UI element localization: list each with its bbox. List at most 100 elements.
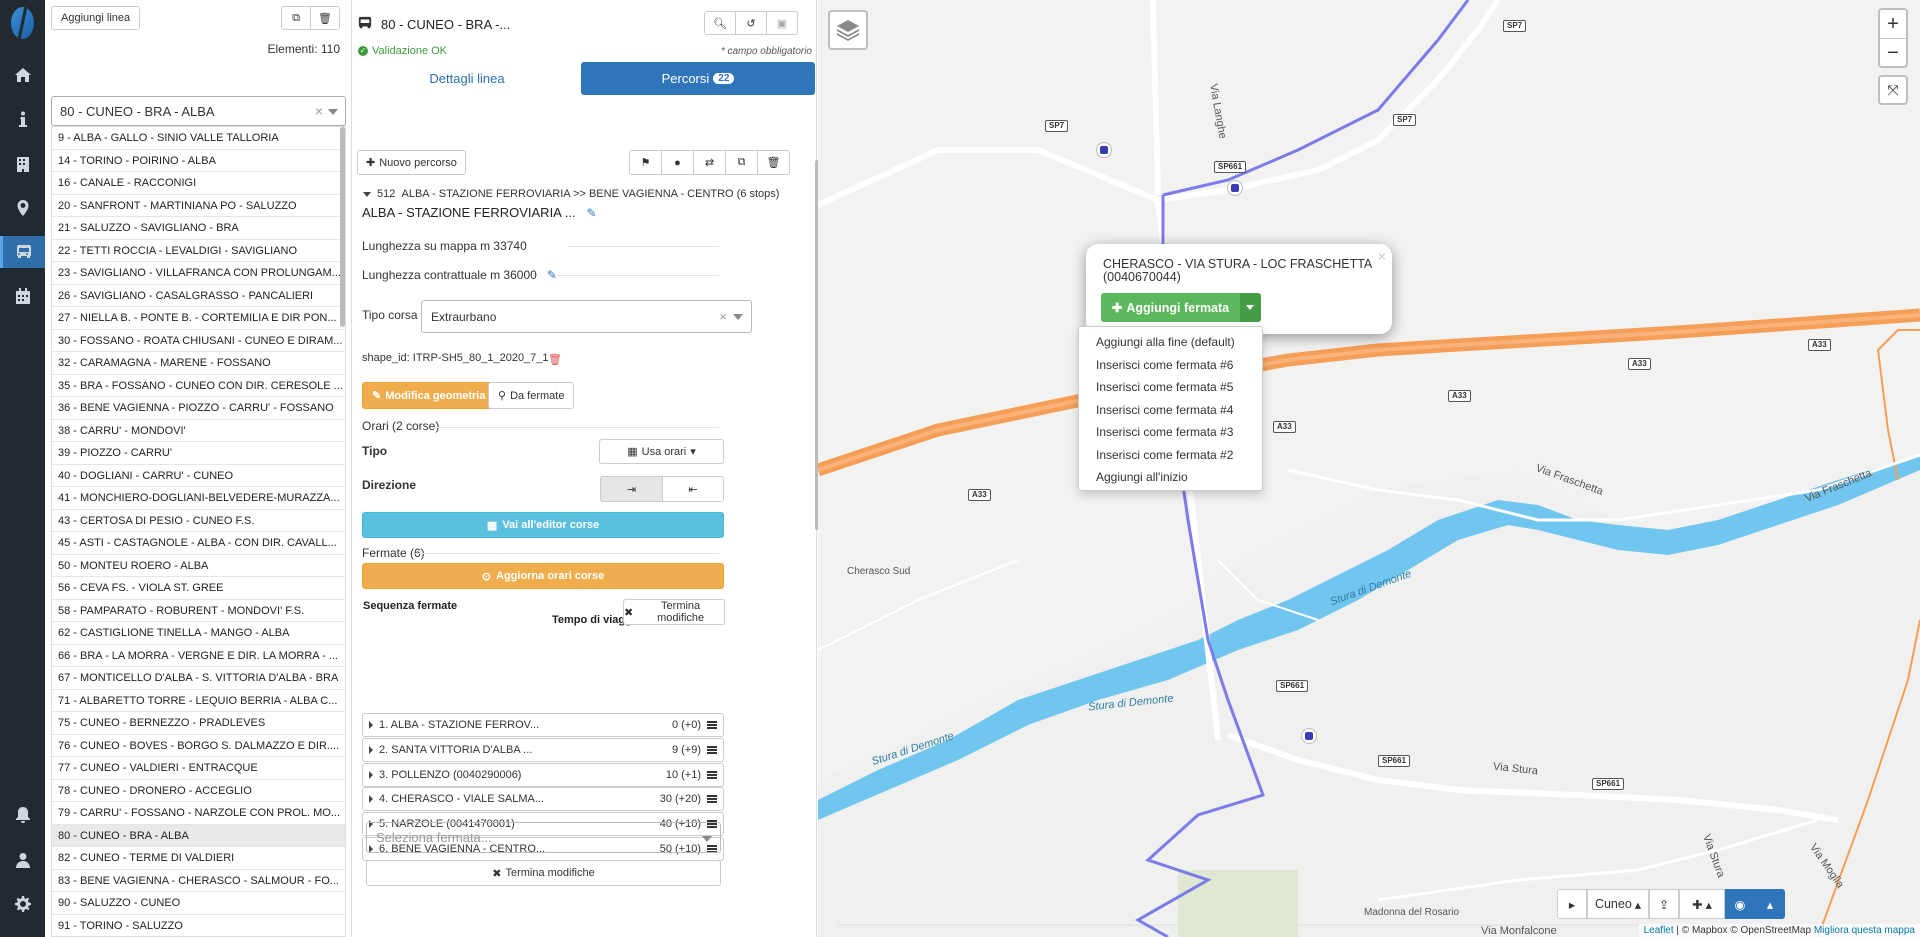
line-list-item[interactable]: 77 - CUNEO - VALDIERI - ENTRACQUE [52,757,345,780]
line-list-item[interactable]: 27 - NIELLA B. - PONTE B. - CORTEMILIA E… [52,307,345,330]
update-schedules-button[interactable]: ⊙ Aggiorna orari corse [362,563,724,589]
chevron-down-icon[interactable] [328,109,338,115]
building-icon[interactable] [0,148,45,180]
map[interactable]: + − ⤧ SP7 SP7 SP7 SP661 SP661 SP661 SP66… [818,0,1920,937]
add-line-button[interactable]: Aggiungi linea [51,6,141,30]
line-list-item[interactable]: 79 - CARRU' - FOSSANO - NARZOLE CON PROL… [52,802,345,825]
line-list-item[interactable]: 41 - MONCHIERO-DOGLIANI-BELVEDERE-MURAZZ… [52,487,345,510]
calendar-icon[interactable] [0,280,45,312]
new-route-button[interactable]: ✚ Nuovo percorso [357,150,466,175]
bell-icon[interactable] [0,799,45,831]
delete-route-button[interactable]: 🗑 [757,150,790,175]
home-icon[interactable] [0,59,45,91]
line-list-item[interactable]: 66 - BRA - LA MORRA - VERGNE E DIR. LA M… [52,645,345,667]
direction-inbound-button[interactable]: ⇤ [662,476,724,502]
gear-icon[interactable] [0,888,45,920]
map-marker-icon[interactable] [0,192,45,224]
zoom-in-button[interactable]: + [1880,10,1906,39]
export-button[interactable]: ⇪ [1649,889,1679,919]
line-list-item[interactable]: 16 - CANALE - RACCONIGI [52,172,345,195]
line-list-item[interactable]: 14 - TORINO - POIRINO - ALBA [52,150,345,172]
leaflet-link[interactable]: Leaflet [1644,925,1674,936]
stop-row[interactable]: 1. ALBA - STAZIONE FERROV... 0 (+0) [362,713,724,737]
line-list-item[interactable]: 20 - SANFRONT - MARTINIANA PO - SALUZZO [52,195,345,217]
drag-handle-icon[interactable] [707,745,717,754]
line-list-item[interactable]: 35 - BRA - FOSSANO - CUNEO CON DIR. CERE… [52,375,345,397]
scrollbar[interactable] [340,127,345,327]
route-header[interactable]: 512 ALBA - STAZIONE FERROVIARIA >> BENE … [363,188,779,200]
add-stop-dropdown-toggle[interactable] [1240,293,1261,322]
improve-map-link[interactable]: Migliora questa mappa [1814,925,1915,936]
chevron-down-icon[interactable] [702,836,712,842]
play-button[interactable]: ▸ [1557,889,1587,919]
add-stop-menu-item[interactable]: Inserisci come fermata #4 [1079,399,1262,422]
from-stops-button[interactable]: ⚲ Da fermate [488,382,575,409]
line-list-item[interactable]: 58 - PAMPARATO - ROBURENT - MONDOVI' F.S… [52,600,345,622]
delete-line-button[interactable]: 🗑 [310,6,340,30]
add-stop-button[interactable]: ✚ Aggiungi fermata [1101,293,1240,322]
stop-row[interactable]: 4. CHERASCO - VIALE SALMA... 30 (+20) [362,787,724,812]
tab-line-details[interactable]: Dettagli linea [358,62,576,95]
bus-icon[interactable] [0,236,45,268]
undo-button[interactable]: ↺ [735,11,767,35]
bus-stop-marker[interactable] [1227,180,1243,196]
tab-routes[interactable]: Percorsi 22 [581,62,815,95]
add-stop-menu-item[interactable]: Inserisci come fermata #6 [1079,354,1262,377]
line-list-item[interactable]: 30 - FOSSANO - ROATA CHIUSANI - CUNEO E … [52,330,345,352]
drag-handle-icon[interactable] [707,721,717,729]
drag-handle-icon[interactable] [707,770,717,779]
line-list-item[interactable]: 50 - MONTEU ROERO - ALBA [52,555,345,577]
line-list-item[interactable]: 80 - CUNEO - BRA - ALBA [52,824,345,847]
drag-handle-icon[interactable] [707,795,717,804]
use-schedules-dropdown[interactable]: ▦ Usa orari ▾ [599,439,724,464]
end-edit-button[interactable]: ✖ Termina modifiche [623,599,725,625]
trip-type-select[interactable]: Extraurbano × [421,300,752,333]
trash-icon[interactable]: 🗑 [548,353,562,366]
end-edit-button[interactable]: ✖ Termina modifiche [366,860,721,886]
direction-outbound-button[interactable]: ⇥ [600,476,663,502]
user-icon[interactable] [0,844,45,876]
info-icon[interactable] [0,103,45,135]
bomb-button[interactable]: ● [661,150,694,175]
copy-line-button[interactable]: ⧉ [281,6,311,30]
line-list-item[interactable]: 9 - ALBA - GALLO - SINIO VALLE TALLORIA [52,127,345,150]
layers-control[interactable] [828,10,868,50]
swap-button[interactable]: ⇄ [693,150,726,175]
line-list-item[interactable]: 40 - DOGLIANI - CARRU' - CUNEO [52,465,345,487]
line-list-item[interactable]: 91 - TORINO - SALUZZO [52,915,345,937]
line-list-item[interactable]: 45 - ASTI - CASTAGNOLE - ALBA - CON DIR.… [52,532,345,555]
line-list-item[interactable]: 82 - CUNEO - TERME DI VALDIERI [52,847,345,870]
line-list-item[interactable]: 22 - TETTI ROCCIA - LEVALDIGI - SAVIGLIA… [52,240,345,262]
pencil-icon[interactable]: ✎ [586,206,597,220]
pencil-icon[interactable]: ✎ [547,268,558,282]
line-list-item[interactable]: 62 - CASTIGLIONE TINELLA - MANGO - ALBA [52,622,345,645]
clear-icon[interactable]: × [719,309,727,324]
trip-editor-button[interactable]: ▦ Vai all'editor corse [362,512,724,538]
save-button[interactable]: ▣ [766,11,798,35]
line-list-item[interactable]: 67 - MONTICELLO D'ALBA - S. VITTORIA D'A… [52,667,345,690]
line-list-item[interactable]: 56 - CEVA FS. - VIOLA ST. GREE [52,577,345,600]
add-menu-button[interactable]: ✚ ▴ [1679,889,1725,919]
close-icon[interactable]: × [1378,248,1386,264]
add-stop-menu-item[interactable]: Inserisci come fermata #5 [1079,376,1262,399]
app-logo[interactable] [11,7,34,39]
line-list-item[interactable]: 75 - CUNEO - BERNEZZO - PRADLEVES [52,712,345,735]
stop-row[interactable]: 3. POLLENZO (0040290006) 10 (+1) [362,762,724,787]
select-stop-input[interactable]: Seleziona fermata... [366,822,721,853]
line-list-item[interactable]: 90 - SALUZZO - CUNEO [52,892,345,915]
bus-stop-marker[interactable] [1096,142,1112,158]
add-stop-menu-item[interactable]: Aggiungi all'inizio [1079,466,1262,489]
line-list-item[interactable]: 21 - SALUZZO - SAVIGLIANO - BRA [52,217,345,240]
line-list-item[interactable]: 32 - CARAMAGNA - MARENE - FOSSANO [52,352,345,375]
line-list-item[interactable]: 36 - BENE VAGIENNA - PIOZZO - CARRU' - F… [52,397,345,420]
add-stop-menu-item[interactable]: Aggiungi alla fine (default) [1079,331,1262,354]
add-stop-menu-item[interactable]: Inserisci come fermata #2 [1079,444,1262,467]
search-button[interactable]: 🔍︎ [704,11,736,35]
location-dropdown[interactable]: Cuneo ▴ [1587,889,1649,919]
screenshot-button[interactable]: ◉ [1725,889,1755,919]
screenshot-menu-button[interactable]: ▴ [1755,889,1785,919]
line-list-item[interactable]: 23 - SAVIGLIANO - VILLAFRANCA CON PROLUN… [52,262,345,285]
line-list-item[interactable]: 78 - CUNEO - DRONERO - ACCEGLIO [52,780,345,802]
flag-button[interactable]: ⚑ [629,150,662,175]
stop-row[interactable]: 2. SANTA VITTORIA D'ALBA ... 9 (+9) [362,737,724,762]
